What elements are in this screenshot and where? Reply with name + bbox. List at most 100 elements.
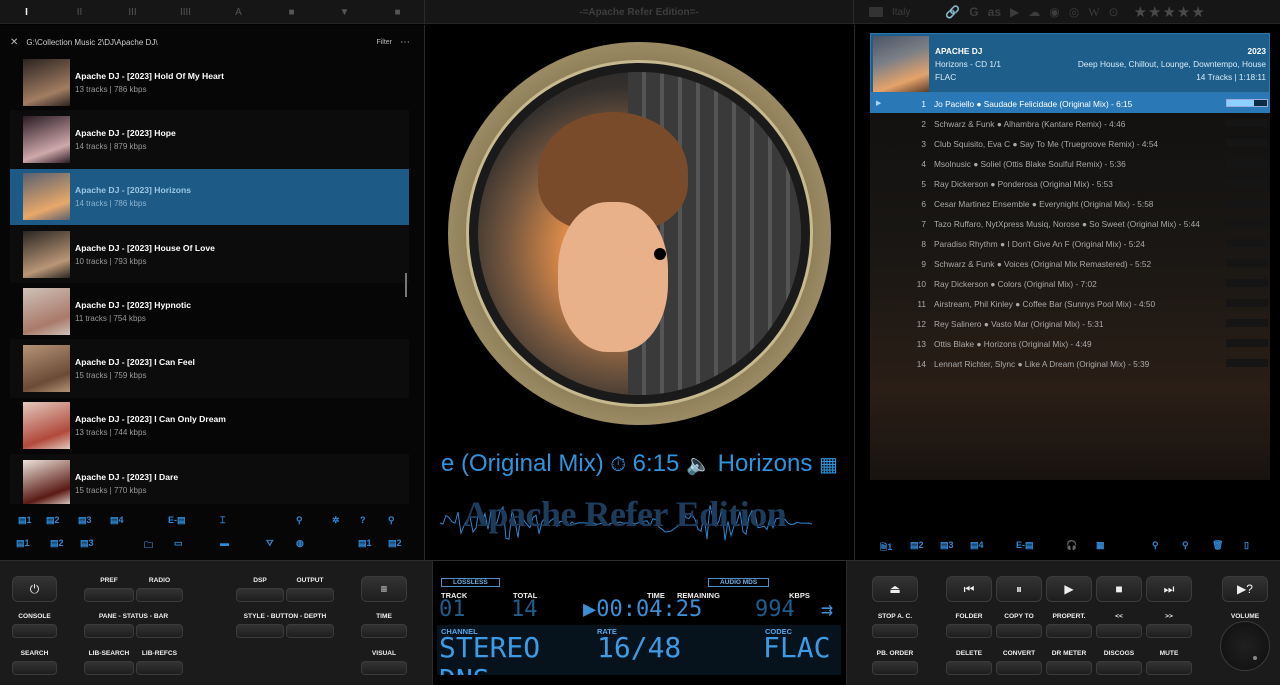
album-row[interactable]: Apache DJ - [2023] Hold Of My Heart 13 tr… xyxy=(10,54,409,112)
menu-button[interactable]: ≡ xyxy=(361,576,407,602)
radio-button[interactable] xyxy=(136,588,183,602)
layout-a-button[interactable]: A xyxy=(212,0,265,24)
layout-1-button[interactable]: I xyxy=(0,0,53,24)
search-button[interactable] xyxy=(12,661,57,675)
visual-button[interactable] xyxy=(361,661,407,675)
console-button[interactable] xyxy=(12,624,57,638)
pref-button[interactable] xyxy=(84,588,134,602)
playlist-track[interactable]: 5 Ray Dickerson ● Ponderosa (Original Mix… xyxy=(870,173,1270,193)
depth-button[interactable] xyxy=(286,624,334,638)
playlist-track[interactable]: 4 Msolnusic ● Soliel (Ottis Blake Soulful… xyxy=(870,153,1270,173)
album-row[interactable]: Apache DJ - [2023] Hope 14 tracks | 879 k… xyxy=(10,111,409,169)
folder-icon[interactable]: 🗀 xyxy=(144,538,153,554)
play-button[interactable]: ▶ xyxy=(1046,576,1092,602)
grid-icon[interactable]: ▦ xyxy=(1096,540,1105,551)
more-icon[interactable]: ⋯ xyxy=(400,37,410,48)
filter-button[interactable]: Filter xyxy=(376,39,392,46)
ext-playlist-icon[interactable]: E-▤ xyxy=(1016,540,1034,551)
panel-icon[interactable]: ▯ xyxy=(1244,540,1249,551)
globe-icon[interactable]: ◍ xyxy=(296,538,304,549)
album-row[interactable]: Apache DJ - [2023] I Can Only Dream 13 tr… xyxy=(10,398,409,456)
book-icon[interactable]: ▭ xyxy=(174,538,183,549)
pane-1-icon[interactable]: ▤1 xyxy=(358,538,372,549)
playlist-track[interactable]: 3 Club Squisito, Eva C ● Say To Me (Trueg… xyxy=(870,133,1270,153)
pb-order-button[interactable] xyxy=(872,661,918,675)
library-4-icon[interactable]: ▤4 xyxy=(110,515,124,526)
broom-icon[interactable]: ⛛ xyxy=(266,538,274,549)
find-icon[interactable]: ⚲ xyxy=(388,515,395,526)
search-icon[interactable]: ⚲ xyxy=(1182,540,1189,551)
playlist-track[interactable]: 7 Tazo Ruffaro, NytXpress Musiq, Norose ●… xyxy=(870,213,1270,233)
link-icon[interactable]: 🔗 xyxy=(945,5,960,19)
pin-icon[interactable]: ⚲ xyxy=(1152,540,1159,551)
playlist-1-icon[interactable]: 🗎1 xyxy=(880,540,892,556)
library-1-icon[interactable]: ▤1 xyxy=(18,515,32,526)
mute-button[interactable] xyxy=(1146,661,1192,675)
style-button[interactable] xyxy=(236,624,284,638)
playlist-track[interactable]: 12 Rey Salinero ● Vasto Mar (Original Mix… xyxy=(870,313,1270,333)
library-2-icon[interactable]: ▤2 xyxy=(46,515,60,526)
playlist-track[interactable]: 8 Paradiso Rhythm ● I Don't Give An F (Or… xyxy=(870,233,1270,253)
layout-b-button[interactable]: ■ xyxy=(265,0,318,24)
time-button[interactable] xyxy=(361,624,407,638)
playlist-track[interactable]: 9 Schwarz & Funk ● Voices (Original Mix R… xyxy=(870,253,1270,273)
podcast-icon[interactable]: ⊙ xyxy=(1109,5,1119,19)
layout-c-button[interactable]: ▼ xyxy=(318,0,371,24)
rating-stars[interactable]: ★★★★★ xyxy=(1134,3,1206,21)
pane-button[interactable] xyxy=(84,624,134,638)
playlist-track[interactable]: 6 Cesar Martinez Ensemble ● Everynight (O… xyxy=(870,193,1270,213)
convert-button[interactable] xyxy=(996,661,1042,675)
ext-library-icon[interactable]: E-▤ xyxy=(168,515,186,526)
delete-button[interactable] xyxy=(946,661,992,675)
help-button[interactable]: ▶? xyxy=(1222,576,1268,602)
help-icon[interactable]: ? xyxy=(360,515,366,525)
stop-ac-button[interactable] xyxy=(872,624,918,638)
youtube-icon[interactable]: ▶ xyxy=(1010,5,1019,19)
lib-refcs-button[interactable] xyxy=(136,661,183,675)
layout-2-button[interactable]: II xyxy=(53,0,106,24)
discogs-button[interactable] xyxy=(1096,661,1142,675)
pane-2-icon[interactable]: ▤2 xyxy=(388,538,402,549)
view-3-icon[interactable]: ▤3 xyxy=(80,538,94,549)
tag-icon[interactable]: ▬ xyxy=(220,538,229,548)
copy-to-button[interactable] xyxy=(996,624,1042,638)
dsp-button[interactable] xyxy=(236,588,284,602)
close-icon[interactable]: ✕ xyxy=(10,37,18,48)
folder-button[interactable] xyxy=(946,624,992,638)
columns-icon[interactable]: ⌶ xyxy=(220,515,225,526)
status-bar-button[interactable] xyxy=(136,624,183,638)
eject-button[interactable]: ⏏ xyxy=(872,576,918,602)
spotify-icon[interactable]: ◉ xyxy=(1049,5,1059,19)
power-button[interactable]: ⏻ xyxy=(12,576,57,602)
wikipedia-icon[interactable]: W xyxy=(1088,5,1099,20)
playlist-track[interactable]: 11 Airstream, Phil Kinley ● Coffee Bar (S… xyxy=(870,293,1270,313)
star-tool-icon[interactable]: ✲ xyxy=(332,515,340,526)
view-1-icon[interactable]: ▤1 xyxy=(16,538,30,549)
album-row[interactable]: Apache DJ - [2023] Hypnotic 11 tracks | 7… xyxy=(10,283,409,341)
stop-button[interactable]: ■ xyxy=(1096,576,1142,602)
properties-button[interactable] xyxy=(1046,624,1092,638)
layout-d-button[interactable]: ■ xyxy=(371,0,424,24)
layout-3-button[interactable]: III xyxy=(106,0,159,24)
album-row[interactable]: Apache DJ - [2023] I Dare 15 tracks | 770… xyxy=(10,455,409,504)
output-button[interactable] xyxy=(286,588,334,602)
playlist-track[interactable]: 14 Lennart Richter, Slync ● Like A Dream … xyxy=(870,353,1270,373)
discogs-icon[interactable]: ◎ xyxy=(1069,5,1079,19)
dr-meter-button[interactable] xyxy=(1046,661,1092,675)
playlist-2-icon[interactable]: ▤2 xyxy=(910,540,924,551)
next-button[interactable]: ⏭ xyxy=(1146,576,1192,602)
library-3-icon[interactable]: ▤3 xyxy=(78,515,92,526)
view-2-icon[interactable]: ▤2 xyxy=(50,538,64,549)
scrollbar[interactable] xyxy=(405,273,407,297)
lib-search-button[interactable] xyxy=(84,661,134,675)
repeat-arrows-icon[interactable]: ⇉ xyxy=(821,597,833,621)
headphones-icon[interactable]: 🎧 xyxy=(1066,540,1077,551)
trash-icon[interactable]: 🗑 xyxy=(1212,540,1223,551)
album-row[interactable]: Apache DJ - [2023] I Can Feel 15 tracks |… xyxy=(10,340,409,398)
album-row[interactable]: Apache DJ - [2023] Horizons 14 tracks | 7… xyxy=(10,168,409,226)
playlist-track[interactable]: 2 Schwarz & Funk ● Alhambra (Kantare Remi… xyxy=(870,113,1270,133)
playlist-track[interactable]: 10 Ray Dickerson ● Colors (Original Mix) … xyxy=(870,273,1270,293)
layout-4-button[interactable]: IIII xyxy=(159,0,212,24)
soundcloud-icon[interactable]: ☁ xyxy=(1028,5,1040,19)
forward-button[interactable] xyxy=(1146,624,1192,638)
